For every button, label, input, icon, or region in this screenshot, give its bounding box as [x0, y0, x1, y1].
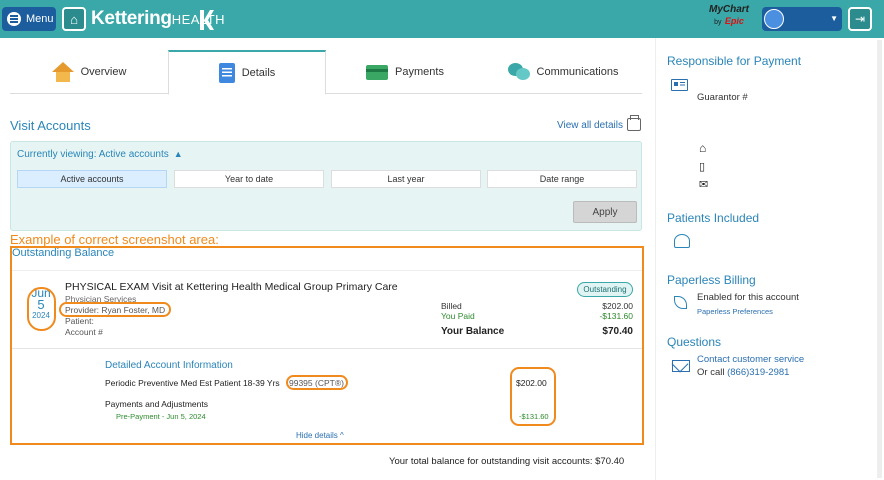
tab-communications[interactable]: Communications — [484, 50, 642, 94]
top-bar: Menu ⌂ KetteringHEALTH MyChart by Epic ▼… — [0, 0, 884, 38]
call-line: Or call (866)319-2981 — [697, 367, 790, 378]
annotation-oval-amounts — [510, 367, 556, 426]
payments-adjustments-label: Payments and Adjustments — [105, 399, 209, 409]
annotation-oval-cpt — [286, 375, 348, 390]
responsible-title: Responsible for Payment — [667, 54, 802, 68]
credit-card-icon — [366, 64, 389, 80]
hide-details-link[interactable]: Hide details ^ — [296, 431, 344, 440]
side-panel: Responsible for Payment Guarantor # ⌂ ▯ … — [655, 38, 884, 480]
user-menu-button[interactable]: ▼ — [762, 7, 842, 31]
visit-title: PHYSICAL EXAM Visit at Kettering Health … — [65, 281, 398, 293]
home-button[interactable]: ⌂ — [62, 7, 86, 31]
house-icon — [51, 62, 74, 82]
status-badge: Outstanding — [577, 282, 633, 297]
paid-label: You Paid — [441, 311, 475, 321]
print-icon[interactable] — [627, 115, 641, 131]
home-icon: ⌂ — [70, 11, 78, 27]
annotation-oval-provider — [59, 302, 171, 317]
page-title: Visit Accounts — [10, 118, 91, 133]
guarantor-number: Guarantor # — [697, 92, 748, 103]
detailed-account-title: Detailed Account Information — [105, 360, 233, 371]
menu-button[interactable]: Menu — [2, 7, 56, 31]
mychart-logo: MyChart by Epic — [709, 4, 750, 27]
questions-title: Questions — [667, 335, 722, 349]
home-address-icon: ⌂ — [699, 141, 707, 155]
email-icon: ✉ — [699, 179, 709, 191]
mail-icon — [672, 360, 690, 372]
phone-icon: ▯ — [699, 161, 706, 173]
filter-panel: Currently viewing: Active accounts ▲ Acti… — [10, 141, 642, 231]
total-balance: Your total balance for outstanding visit… — [389, 456, 625, 467]
leaf-icon — [674, 296, 687, 309]
filter-last-year[interactable]: Last year — [331, 170, 481, 188]
prepayment-line: Pre-Payment - Jun 5, 2024 — [116, 412, 206, 421]
phone-link[interactable]: (866)319-2981 — [727, 367, 789, 378]
annotation-label: Example of correct screenshot area: — [10, 232, 219, 247]
main-content: Overview Details Payments Communications… — [0, 38, 655, 480]
tab-payments[interactable]: Payments — [326, 50, 484, 94]
paid-amount: -$131.60 — [599, 311, 633, 321]
logout-icon: ⇥ — [854, 12, 866, 26]
divider — [12, 348, 642, 349]
billed-label: Billed — [441, 301, 462, 311]
tab-overview[interactable]: Overview — [10, 50, 168, 94]
paperless-preferences-link[interactable]: Paperless Preferences — [697, 307, 773, 316]
tab-details[interactable]: Details — [168, 50, 326, 95]
apply-button[interactable]: Apply — [573, 201, 637, 223]
avatar — [764, 9, 784, 29]
id-card-icon — [671, 79, 688, 91]
scrollbar[interactable] — [877, 40, 882, 478]
kettering-mark-icon — [200, 10, 214, 30]
paperless-billing-title: Paperless Billing — [667, 273, 756, 287]
chevron-up-icon: ^ — [340, 431, 344, 440]
filter-active-accounts[interactable]: Active accounts — [17, 170, 167, 188]
balance-label: Your Balance — [441, 326, 505, 337]
chat-icon — [507, 63, 530, 81]
procedure-description: Periodic Preventive Med Est Patient 18-3… — [105, 378, 280, 388]
document-icon — [218, 63, 235, 83]
billed-amount: $202.00 — [602, 301, 633, 311]
paperless-status: Enabled for this account — [697, 292, 799, 303]
chevron-up-icon: ▲ — [173, 149, 183, 159]
patients-included-title: Patients Included — [667, 211, 760, 225]
people-icon — [674, 234, 690, 248]
contact-customer-service-link[interactable]: Contact customer service — [697, 354, 804, 365]
annotation-oval-date — [27, 287, 56, 331]
menu-icon — [7, 12, 21, 26]
filter-year-to-date[interactable]: Year to date — [174, 170, 324, 188]
balance-amount: $70.40 — [602, 326, 633, 337]
logout-button[interactable]: ⇥ — [848, 7, 872, 31]
visit-patient: Patient: — [65, 316, 94, 326]
view-all-details-link[interactable]: View all details — [557, 120, 623, 131]
tab-bar: Overview Details Payments Communications — [10, 50, 642, 95]
filter-toggle[interactable]: Currently viewing: Active accounts ▲ — [17, 149, 183, 160]
chevron-down-icon: ▼ — [830, 14, 838, 23]
visit-account-card: Jun 5 2024 PHYSICAL EXAM Visit at Ketter… — [12, 270, 642, 444]
outstanding-balance-title: Outstanding Balance — [12, 247, 115, 259]
menu-label: Menu — [26, 13, 54, 25]
filter-date-range[interactable]: Date range — [487, 170, 637, 188]
visit-account-number: Account # — [65, 327, 103, 337]
